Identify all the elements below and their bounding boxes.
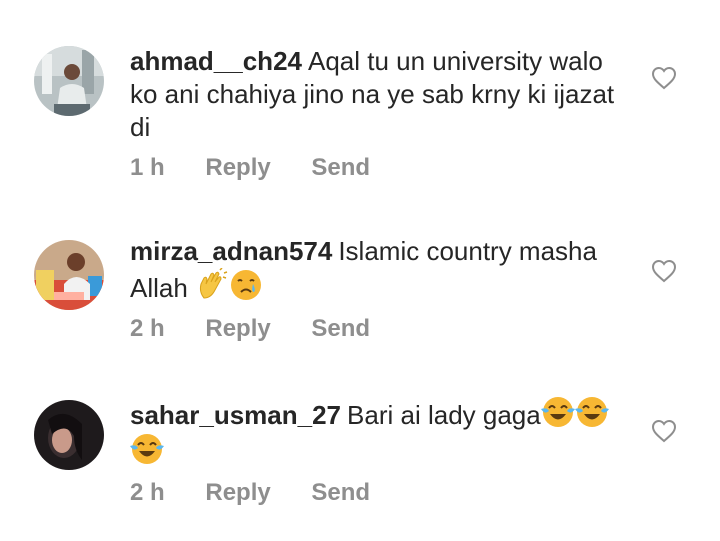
- heart-outline-icon[interactable]: [651, 419, 677, 443]
- comment-time: 2 h: [130, 315, 165, 342]
- comment-time: 1 h: [130, 154, 165, 181]
- comment-meta: 2 h Reply Send: [130, 315, 630, 343]
- heart-outline-icon[interactable]: [651, 259, 677, 283]
- avatar[interactable]: [34, 240, 104, 310]
- comment-text: mirza_adnan574 Islamic country masha Alla…: [130, 235, 630, 305]
- reply-button[interactable]: Reply: [205, 315, 270, 343]
- comment-username[interactable]: sahar_usman_27: [130, 400, 341, 430]
- comment-meta: 1 h Reply Send: [130, 154, 630, 182]
- reply-button[interactable]: Reply: [205, 154, 270, 182]
- comment-time: 2 h: [130, 479, 165, 506]
- crying-face-emoji: [231, 270, 262, 300]
- heart-outline-icon[interactable]: [651, 66, 677, 90]
- comment-message: Bari ai lady gaga: [347, 400, 541, 430]
- comment-text: ahmad__ch24 Aqal tu un university walo ko…: [130, 45, 630, 144]
- send-button[interactable]: Send: [311, 154, 370, 182]
- tears-of-joy-emoji: [130, 434, 164, 464]
- comment-text: sahar_usman_27 Bari ai lady gaga: [130, 395, 630, 469]
- avatar[interactable]: [34, 46, 104, 116]
- reply-button[interactable]: Reply: [205, 479, 270, 507]
- tears-of-joy-emoji: [540, 397, 575, 427]
- comment-username[interactable]: mirza_adnan574: [130, 236, 332, 266]
- send-button[interactable]: Send: [311, 479, 370, 507]
- send-button[interactable]: Send: [311, 315, 370, 343]
- clapping-hands-emoji: [200, 268, 228, 299]
- comment-meta: 2 h Reply Send: [130, 479, 630, 507]
- comment-username[interactable]: ahmad__ch24: [130, 46, 302, 76]
- avatar[interactable]: [34, 400, 104, 470]
- tears-of-joy-emoji: [574, 397, 609, 427]
